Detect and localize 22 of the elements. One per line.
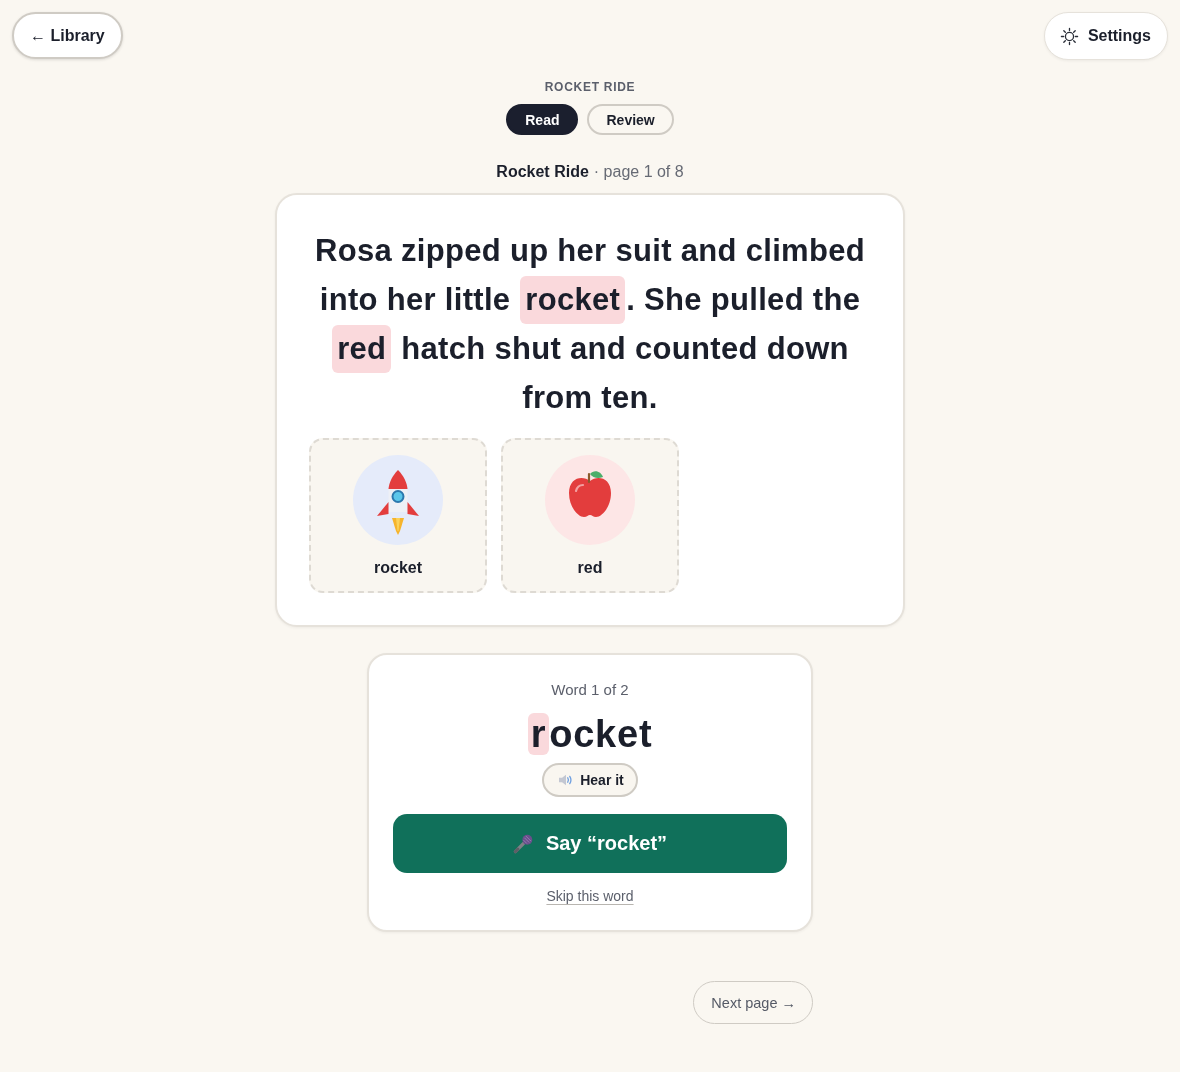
page-indicator: · page 1 of 8 <box>593 162 684 182</box>
skip-link[interactable]: Skip this word <box>546 887 634 905</box>
speaker-icon <box>558 773 575 787</box>
back-button[interactable]: ← Library <box>12 12 123 59</box>
settings-button[interactable]: Settings <box>1043 12 1168 60</box>
book-eyebrow: ROCKET RIDE <box>544 79 636 95</box>
rocket-icon <box>353 455 443 545</box>
tab[interactable]: Read <box>506 104 579 135</box>
say-button[interactable]: Say “rocket” <box>393 814 787 873</box>
highlighted-word[interactable]: red <box>332 325 392 373</box>
tab[interactable]: Review <box>587 104 674 135</box>
hear-button[interactable]: Hear it <box>542 763 638 797</box>
word-label: red <box>577 558 603 578</box>
word-label: rocket <box>374 558 422 578</box>
practice-word: rocket <box>527 712 653 756</box>
settings-icon <box>1059 26 1079 46</box>
highlighted-word[interactable]: rocket <box>520 276 626 324</box>
book-title: Rocket Ride <box>496 162 589 182</box>
story-text: Rosa zipped up her suit and climbed into her little rocket . She pulled the red hatch shut and counted down from ten. <box>314 232 866 417</box>
apple-icon <box>545 455 635 545</box>
microphone-icon <box>512 833 534 854</box>
word-counter: Word 1 of 2 <box>551 680 629 700</box>
